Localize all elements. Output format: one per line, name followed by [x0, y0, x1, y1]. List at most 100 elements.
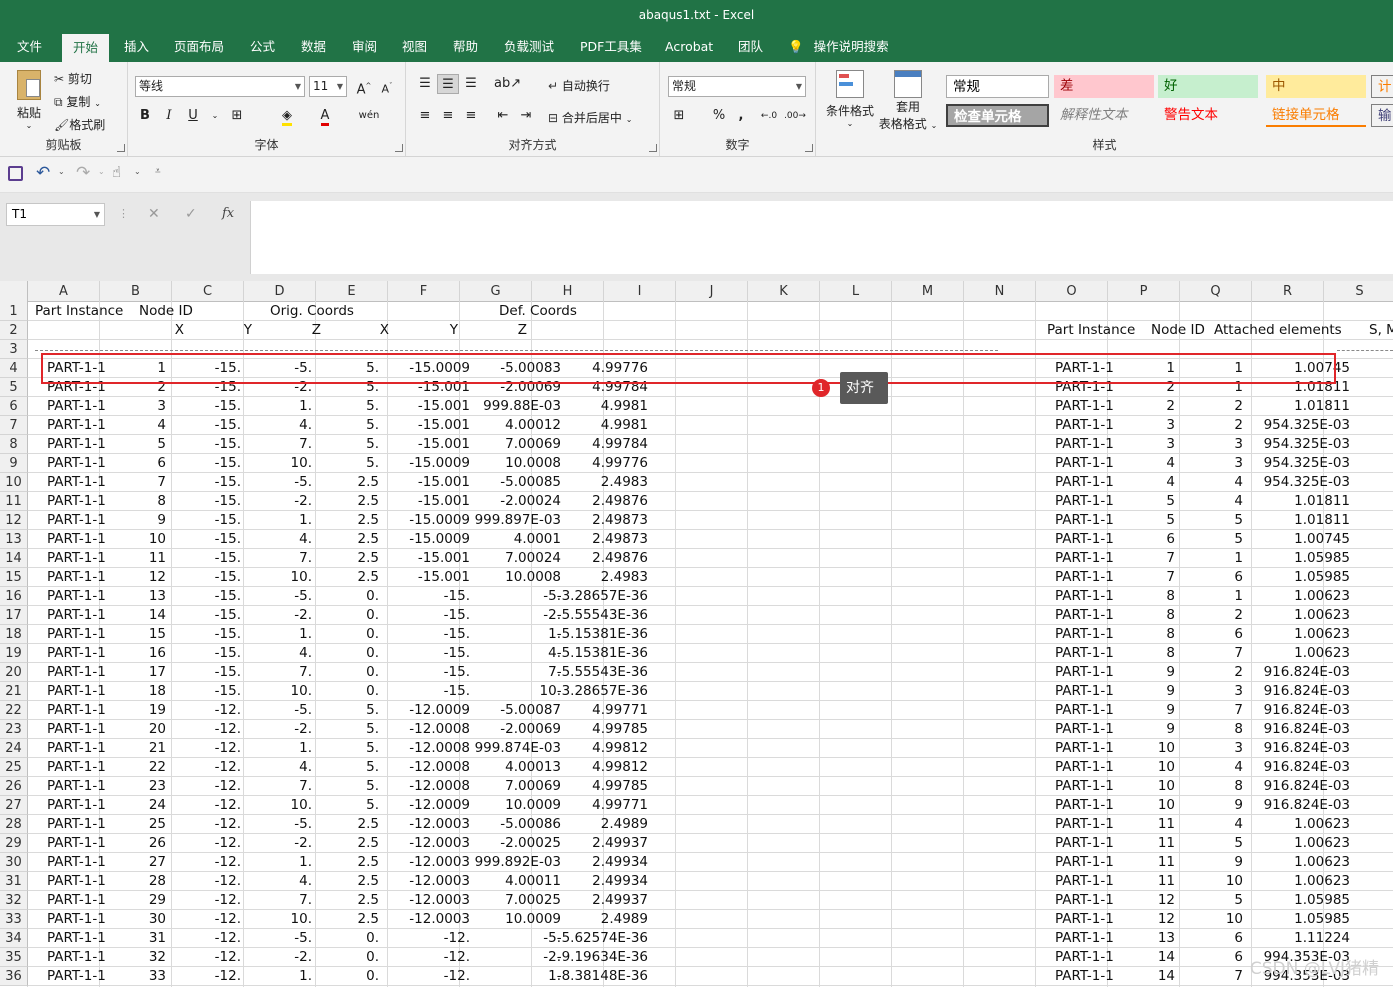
cell-style-6[interactable]: 解释性文本 — [1054, 104, 1154, 127]
grow-font-button[interactable]: A^ — [353, 76, 375, 97]
column-header-N[interactable]: N — [964, 281, 1036, 302]
wrap-text-button[interactable]: ↵ 自动换行 — [548, 77, 610, 94]
tab-13[interactable]: 💡 操作说明搜索 — [788, 32, 889, 62]
tab-10[interactable]: PDF工具集 — [580, 32, 642, 62]
tab-12[interactable]: 团队 — [738, 32, 763, 62]
format-painter-button[interactable]: 🖌格式刷 — [54, 116, 105, 133]
touch-mode-icon[interactable]: ☝ — [112, 163, 121, 181]
align-top-icon[interactable]: ☰ — [414, 74, 436, 94]
column-header-K[interactable]: K — [748, 281, 820, 302]
customize-toolbar-icon[interactable]: ⩡ — [155, 166, 161, 177]
cell-style-0[interactable]: 常规 — [946, 75, 1049, 98]
italic-button[interactable]: I — [158, 106, 180, 126]
increase-decimal-icon[interactable]: ←.0 — [758, 106, 780, 126]
tab-9[interactable]: 负载测试 — [504, 32, 554, 62]
currency-icon[interactable]: ⊞ — [668, 106, 690, 126]
column-header-J[interactable]: J — [676, 281, 748, 302]
column-header-C[interactable]: C — [172, 281, 244, 302]
tab-7[interactable]: 视图 — [402, 32, 427, 62]
redo-dropdown-icon[interactable]: ⌄ — [98, 167, 105, 176]
formula-input[interactable] — [250, 201, 1393, 274]
enter-icon[interactable]: ✓ — [185, 206, 197, 222]
tab-4[interactable]: 公式 — [250, 32, 275, 62]
column-header-P[interactable]: P — [1108, 281, 1180, 302]
fill-color-icon[interactable]: ◈ — [276, 106, 298, 126]
cell-style-1[interactable]: 差 — [1054, 75, 1154, 98]
percent-button[interactable]: % — [708, 106, 730, 126]
column-header-D[interactable]: D — [244, 281, 316, 302]
shrink-font-button[interactable]: Aˇ — [376, 76, 398, 96]
font-group-label: 字体 — [254, 138, 279, 152]
font-launcher-icon[interactable] — [395, 144, 403, 152]
cancel-icon[interactable]: ✕ — [148, 206, 160, 222]
tab-3[interactable]: 页面布局 — [174, 32, 224, 62]
underline-dropdown[interactable]: ⌄ — [204, 106, 226, 126]
conditional-format-button[interactable]: 条件格式 ⌄ — [824, 70, 876, 128]
format-as-table-button[interactable]: 套用 表格格式 ⌄ — [878, 70, 938, 132]
orientation-icon[interactable]: ab↗ — [494, 74, 521, 94]
paste-button[interactable]: 粘贴 ⌄ — [12, 70, 46, 130]
borders-icon[interactable]: ⊞ — [226, 106, 248, 126]
row-header-3[interactable]: 3 — [0, 340, 28, 359]
font-name-combo[interactable]: 等线 ▼ — [135, 76, 305, 97]
copy-button[interactable]: ⧉ 复制 ⌄ — [54, 93, 101, 110]
spreadsheet-grid[interactable]: ABCDEFGHIJKLMNOPQRS 1 2 3 4 5 6 7 8 9 10 11 12 13 14 1… — [0, 281, 1393, 987]
column-header-M[interactable]: M — [892, 281, 964, 302]
underline-button[interactable]: U — [182, 106, 204, 126]
tab-1[interactable]: 开始 — [62, 34, 110, 62]
align-right-icon[interactable]: ≡ — [460, 106, 482, 126]
tab-6[interactable]: 审阅 — [352, 32, 377, 62]
cell-style-2[interactable]: 好 — [1158, 75, 1258, 98]
undo-dropdown-icon[interactable]: ⌄ — [58, 167, 65, 176]
tab-2[interactable]: 插入 — [124, 32, 149, 62]
column-header-F[interactable]: F — [388, 281, 460, 302]
column-header-R[interactable]: R — [1252, 281, 1324, 302]
row-header-1[interactable]: 1 — [0, 302, 28, 321]
column-header-O[interactable]: O — [1036, 281, 1108, 302]
column-header-I[interactable]: I — [604, 281, 676, 302]
number-format-combo[interactable]: 常规 ▼ — [668, 76, 806, 97]
insert-function-icon[interactable]: fx — [222, 206, 234, 221]
column-header-E[interactable]: E — [316, 281, 388, 302]
redo-icon[interactable]: ↷ — [76, 163, 90, 183]
align-center-icon[interactable]: ≡ — [437, 106, 459, 126]
column-header-L[interactable]: L — [820, 281, 892, 302]
merge-center-button[interactable]: ⊟ 合并后居中 ⌄ — [548, 109, 632, 126]
font-size-combo[interactable]: 11 ▼ — [309, 76, 347, 97]
cell-style-9[interactable]: 输入 — [1371, 104, 1393, 127]
decrease-decimal-icon[interactable]: .00→ — [784, 106, 806, 126]
phonetic-icon[interactable]: wén — [358, 106, 380, 126]
column-header-S[interactable]: S — [1324, 281, 1393, 302]
tab-5[interactable]: 数据 — [301, 32, 326, 62]
bold-button[interactable]: B — [134, 106, 156, 126]
cut-button[interactable]: ✂ 剪切 — [54, 70, 92, 87]
alignment-launcher-icon[interactable] — [649, 144, 657, 152]
cell-style-7[interactable]: 警告文本 — [1158, 104, 1258, 127]
tab-0[interactable]: 文件 — [17, 32, 42, 62]
font-color-icon[interactable]: A — [314, 106, 336, 126]
number-launcher-icon[interactable] — [805, 144, 813, 152]
decrease-indent-icon[interactable]: ⇤ — [492, 106, 514, 126]
undo-icon[interactable]: ↶ — [36, 163, 50, 183]
cell-style-8[interactable]: 链接单元格 — [1266, 104, 1366, 127]
select-all-corner[interactable] — [0, 281, 28, 302]
save-icon[interactable] — [8, 166, 23, 181]
touch-dropdown-icon[interactable]: ⌄ — [134, 167, 141, 176]
column-header-Q[interactable]: Q — [1180, 281, 1252, 302]
cell-style-3[interactable]: 中 — [1266, 75, 1366, 98]
clipboard-launcher-icon[interactable] — [117, 144, 125, 152]
column-header-G[interactable]: G — [460, 281, 532, 302]
cell-style-4[interactable]: 计算 — [1371, 75, 1393, 98]
cell-style-5[interactable]: 检查单元格 — [946, 104, 1049, 127]
align-bottom-icon[interactable]: ☰ — [460, 74, 482, 94]
align-middle-icon[interactable]: ☰ — [437, 74, 459, 94]
align-left-icon[interactable]: ≡ — [414, 106, 436, 126]
column-header-A[interactable]: A — [28, 281, 100, 302]
name-box[interactable]: T1 ▼ — [6, 203, 105, 226]
increase-indent-icon[interactable]: ⇥ — [515, 106, 537, 126]
column-header-B[interactable]: B — [100, 281, 172, 302]
tab-8[interactable]: 帮助 — [453, 32, 478, 62]
tab-11[interactable]: Acrobat — [665, 32, 713, 62]
comma-button[interactable]: , — [730, 106, 752, 126]
column-header-H[interactable]: H — [532, 281, 604, 302]
